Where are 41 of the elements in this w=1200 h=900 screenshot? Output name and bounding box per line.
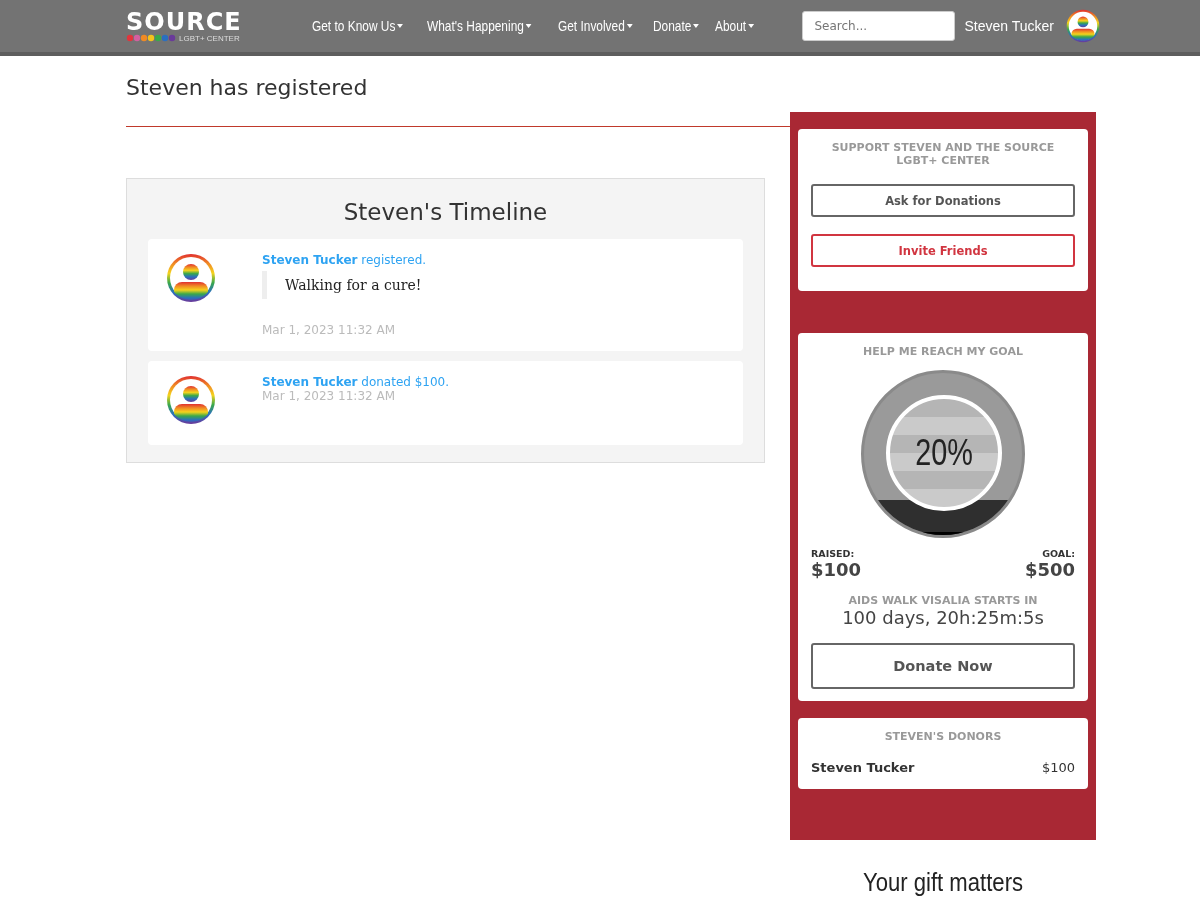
action-button[interactable]: Ask for Donations: [811, 184, 1075, 217]
raised-amount: $100: [811, 559, 862, 580]
caret-icon: [693, 24, 700, 28]
card-title: SUPPORT STEVEN AND THE SOURCE LGBT+ CENTER: [830, 141, 1056, 167]
entry-quote: Walking for a cure!: [262, 271, 440, 299]
entry-text: Steven Tucker donated $100.: [262, 375, 450, 389]
raised-label: RAISED:: [811, 548, 856, 559]
caret-icon: [525, 24, 532, 28]
timeline-title: Steven's Timeline: [342, 199, 549, 225]
countdown-label: AIDS WALK VISALIA STARTS IN: [847, 594, 1039, 607]
nav-link[interactable]: Get Involved: [557, 18, 633, 34]
action-button[interactable]: Invite Friends: [811, 234, 1075, 267]
caret-icon: [626, 24, 633, 28]
nav-link[interactable]: Get to Know Us: [311, 18, 403, 34]
logo-subtitle: LGBT+ CENTER: [179, 33, 240, 43]
donate-button[interactable]: Donate Now: [811, 643, 1075, 689]
page-title: Steven has registered: [126, 74, 369, 102]
user-name[interactable]: Steven Tucker: [964, 18, 1054, 34]
countdown-time: 100 days, 20h:25m:5s: [841, 607, 1045, 628]
progress-percent: 20%: [915, 432, 973, 474]
donor-name: Steven Tucker: [811, 760, 915, 775]
avatar-icon: [1066, 9, 1100, 43]
avatar-icon: [166, 253, 216, 303]
nav-link[interactable]: What's Happening: [426, 18, 532, 34]
entry-time: Mar 1, 2023 11:32 AM: [262, 323, 397, 337]
logo-wordmark[interactable]: SOURCE: [126, 9, 242, 34]
caret-icon: [396, 24, 403, 28]
card-title: HELP ME REACH MY GOAL: [862, 345, 1024, 358]
entry-time: Mar 1, 2023 11:32 AM: [262, 389, 397, 403]
goal-label: GOAL:: [1042, 548, 1075, 559]
nav-link[interactable]: About: [715, 18, 755, 34]
caret-icon: [748, 24, 755, 28]
color-dots-icon: [126, 34, 176, 42]
avatar-icon: [166, 375, 216, 425]
nav-link[interactable]: Donate: [653, 18, 700, 34]
goal-amount: $500: [1024, 559, 1075, 580]
entry-text: Steven Tucker registered.: [262, 253, 428, 267]
card-title: STEVEN'S DONORS: [883, 730, 1003, 743]
donor-amount: $100: [1041, 760, 1075, 775]
search-field[interactable]: Search...: [801, 11, 955, 41]
gift-heading: Your gift matters: [861, 867, 1025, 898]
